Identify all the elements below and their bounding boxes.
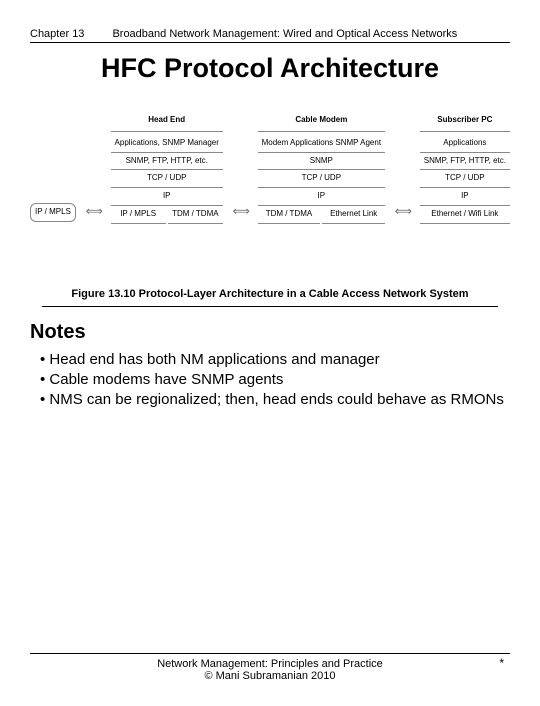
note-text: Head end has both NM applications and ma…: [49, 351, 379, 368]
layer-cell: IP: [258, 188, 385, 206]
page-title: HFC Protocol Architecture: [30, 53, 510, 84]
notes-heading: Notes: [30, 321, 510, 344]
chapter-label: Chapter 13: [30, 28, 84, 40]
note-text: Cable modems have SNMP agents: [49, 371, 283, 388]
layer-cell: SNMP, FTP, HTTP, etc.: [420, 153, 510, 171]
footer-line: Network Management: Principles and Pract…: [30, 658, 510, 670]
layer-cell: SNMP: [258, 153, 385, 171]
stack-subscriber-pc: Subscriber PC Applications SNMP, FTP, HT…: [420, 112, 510, 224]
figure-caption: Figure 13.10 Protocol-Layer Architecture…: [42, 288, 498, 307]
stack-cable-modem: Cable Modem Modem Applications SNMP Agen…: [258, 112, 385, 224]
layer-cell: IP: [111, 188, 223, 206]
notes-list: • Head end has both NM applications and …: [30, 350, 510, 411]
layer-cell: IP / MPLS: [111, 206, 166, 224]
page-footer: * Network Management: Principles and Pra…: [30, 653, 510, 682]
layer-cell: SNMP, FTP, HTTP, etc.: [111, 153, 223, 171]
layer-cell: Ethernet / Wifi Link: [420, 206, 510, 224]
footer-line: © Mani Subramanian 2010: [30, 670, 510, 682]
layer-cell: Applications, SNMP Manager: [111, 135, 223, 153]
layer-cell: Applications: [420, 135, 510, 153]
list-item: • NMS can be regionalized; then, head en…: [40, 390, 510, 410]
layer-cell: Ethernet Link: [322, 206, 385, 224]
list-item: • Cable modems have SNMP agents: [40, 370, 510, 390]
layer-cell: TCP / UDP: [111, 170, 223, 188]
protocol-diagram: IP / MPLS ⟺ Head End Applications, SNMP …: [30, 112, 510, 224]
layer-cell: TDM / TDMA: [258, 206, 321, 224]
stack-title: Cable Modem: [258, 112, 385, 132]
side-ip-mpls-box: IP / MPLS: [30, 203, 76, 222]
page-header: Chapter 13 Broadband Network Management:…: [30, 28, 510, 43]
arrow-icon: ⟺: [86, 205, 101, 218]
arrow-icon: ⟺: [395, 205, 410, 218]
layer-cell: TDM / TDMA: [168, 206, 223, 224]
layer-cell: IP: [420, 188, 510, 206]
list-item: • Head end has both NM applications and …: [40, 350, 510, 370]
course-label: Broadband Network Management: Wired and …: [112, 28, 457, 40]
layer-cell: TCP / UDP: [258, 170, 385, 188]
stack-title: Subscriber PC: [420, 112, 510, 132]
layer-cell: TCP / UDP: [420, 170, 510, 188]
arrow-icon: ⟺: [233, 205, 248, 218]
stack-title: Head End: [111, 112, 223, 132]
layer-cell: Modem Applications SNMP Agent: [258, 135, 385, 153]
note-text: NMS can be regionalized; then, head ends…: [49, 391, 503, 408]
footnote-mark: *: [499, 656, 504, 670]
stack-head-end: Head End Applications, SNMP Manager SNMP…: [111, 112, 223, 224]
